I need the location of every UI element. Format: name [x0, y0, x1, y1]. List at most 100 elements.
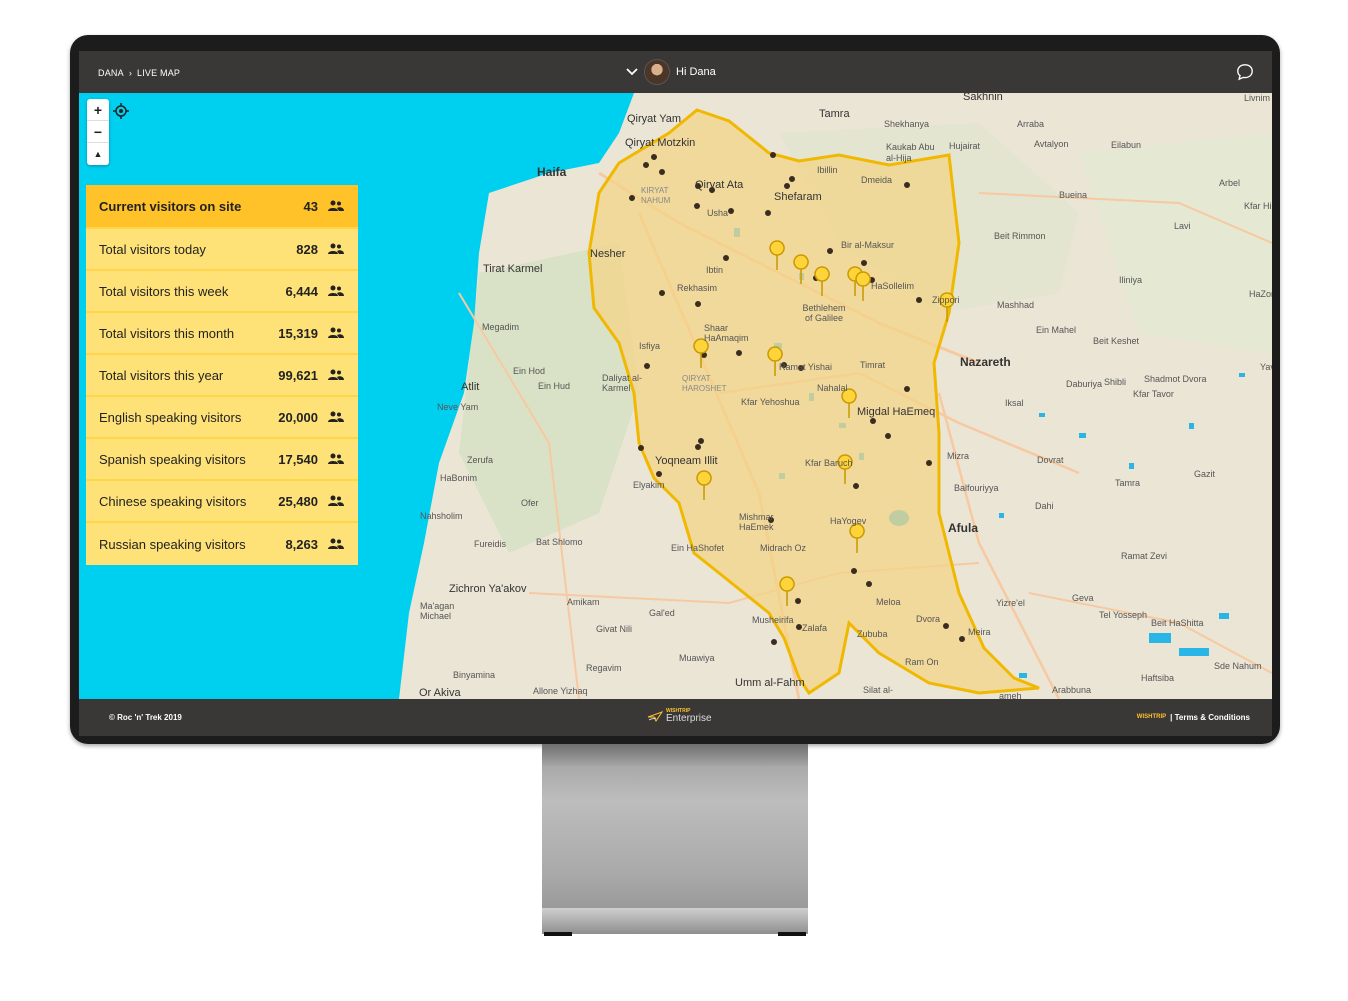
stat-value: 828: [296, 241, 318, 257]
stand-foot: [778, 932, 806, 936]
place-label: Gal'ed: [649, 608, 675, 618]
place-label: Ramat Yishai: [779, 362, 833, 372]
breadcrumb-item-dana[interactable]: DANA: [98, 68, 124, 78]
place-label: Bethlehem of Galilee: [802, 303, 846, 323]
place-label: HaBonim: [440, 473, 478, 483]
place-label: Megadim: [482, 322, 520, 332]
place-label: Ein Hud: [538, 381, 571, 391]
place-label: Sakhnin: [963, 93, 1003, 103]
place-label: Usha: [707, 208, 729, 218]
chat-icon[interactable]: [1236, 63, 1254, 81]
place-label: Mishmar HaEmek: [739, 512, 774, 532]
place-label: Qiryat Motzkin: [625, 137, 696, 149]
place-label: Afula: [948, 521, 978, 535]
place-label: Daliyat al-Karmel: [602, 373, 643, 393]
compass-button[interactable]: ▲: [87, 143, 109, 165]
place-label: Qiryat Yam: [627, 113, 681, 125]
place-label: Iksal: [1005, 398, 1024, 408]
place-label: Gazit: [1194, 469, 1216, 479]
place-label: Sde Nahum: [1214, 661, 1262, 671]
stat-row-current-visitors: Current visitors on site 43: [86, 185, 358, 229]
terms-link[interactable]: | Terms & Conditions: [1170, 713, 1250, 722]
place-label: Haifa: [537, 165, 567, 179]
locate-icon[interactable]: [113, 103, 129, 119]
place-label: Meloa: [876, 597, 901, 607]
place-label: Shadmot Dvora: [1144, 374, 1207, 384]
place-label: Shefaram: [774, 191, 822, 203]
place-label: Mizra: [947, 451, 969, 461]
user-menu[interactable]: Hi Dana: [626, 59, 716, 85]
stand-foot: [544, 932, 572, 936]
place-label: Ramat Zevi: [1121, 551, 1168, 561]
place-label: Mashhad: [997, 300, 1035, 310]
stat-label: Total visitors today: [99, 241, 206, 257]
place-label: Dahi: [1035, 501, 1054, 511]
stat-label: Total visitors this year: [99, 367, 224, 383]
place-label: Dvora: [916, 614, 941, 624]
monitor-stand: [542, 744, 808, 932]
place-label: Binyamina: [453, 670, 496, 680]
place-label: Kfar Baruch: [805, 458, 853, 468]
people-icon: [328, 200, 344, 211]
stat-value: 25,480: [278, 493, 318, 509]
stat-label: Russian speaking visitors: [99, 536, 246, 552]
stat-row-english: English speaking visitors 20,000: [86, 397, 358, 439]
top-bar: DANA › LIVE MAP Hi Dana: [79, 51, 1272, 93]
breadcrumb-item-live-map: LIVE MAP: [137, 68, 181, 78]
place-label: Umm al-Fahm: [735, 677, 805, 689]
place-label: Arabbuna: [1052, 685, 1092, 695]
place-label: Zichron Ya'akov: [449, 583, 527, 595]
stat-value: 99,621: [278, 367, 318, 383]
stat-row-spanish: Spanish speaking visitors 17,540: [86, 439, 358, 481]
place-label: Nazareth: [960, 355, 1011, 369]
place-label: Bueina: [1059, 190, 1088, 200]
place-label: Yav: [1260, 362, 1272, 372]
place-label: Ofer: [521, 498, 539, 508]
place-label: Or Akiva: [419, 687, 461, 699]
avatar[interactable]: [644, 59, 670, 85]
people-icon: [328, 327, 344, 338]
place-label: Bir al-Maksur: [841, 240, 895, 250]
zoom-in-button[interactable]: +: [87, 99, 109, 121]
place-label: Nahalal: [817, 383, 848, 393]
place-label: Lavi: [1174, 221, 1191, 231]
stat-label: English speaking visitors: [99, 409, 242, 425]
place-label: Meira: [968, 627, 991, 637]
people-icon: [328, 453, 344, 464]
place-label: Shekhanya: [884, 119, 930, 129]
stat-value: 20,000: [278, 409, 318, 425]
place-label: HaZor: [1249, 289, 1272, 299]
place-label: Ibillin: [817, 165, 838, 175]
place-label: Bat Shlomo: [536, 537, 583, 547]
place-label: Yizre'el: [996, 598, 1025, 608]
footer-bar: © Roc 'n' Trek 2019 WISHTRIP Enterprise …: [79, 699, 1272, 736]
user-greeting: Hi Dana: [676, 66, 716, 78]
place-label: Balfouriyya: [954, 483, 999, 493]
place-label: Avtalyon: [1034, 139, 1069, 149]
place-label: Tamra: [819, 108, 850, 120]
brand-name: Enterprise: [666, 713, 712, 724]
place-label: Haftsiba: [1141, 673, 1175, 683]
place-label: Musheirifa: [752, 615, 794, 625]
place-label: Tirat Karmel: [483, 263, 543, 275]
stat-row-russian: Russian speaking visitors 8,263: [86, 523, 358, 565]
place-label: Allone Yizhaq: [533, 686, 588, 696]
zoom-out-button[interactable]: −: [87, 121, 109, 143]
live-map[interactable]: Sakhnin Tamra Shekhanya Arraba Livnim Qi…: [79, 93, 1272, 699]
stat-value: 15,319: [278, 325, 318, 341]
place-label: Hujairat: [949, 141, 981, 151]
chevron-down-icon[interactable]: [626, 68, 638, 76]
place-label: Iliniya: [1119, 275, 1143, 285]
place-label: Muawiya: [679, 653, 715, 663]
place-label: Midrach Oz: [760, 543, 807, 553]
place-label: Ein Hod: [513, 366, 546, 376]
people-icon: [328, 411, 344, 422]
place-label: Fureidis: [474, 539, 507, 549]
place-label: Zerufa: [467, 455, 494, 465]
place-label: Zububa: [857, 629, 888, 639]
footer-brand: WISHTRIP: [1136, 714, 1167, 720]
place-label: Tel Yosseph: [1099, 610, 1148, 620]
place-label: Geva: [1072, 593, 1094, 603]
place-label: Ein Mahel: [1036, 325, 1077, 335]
people-icon: [328, 285, 344, 296]
